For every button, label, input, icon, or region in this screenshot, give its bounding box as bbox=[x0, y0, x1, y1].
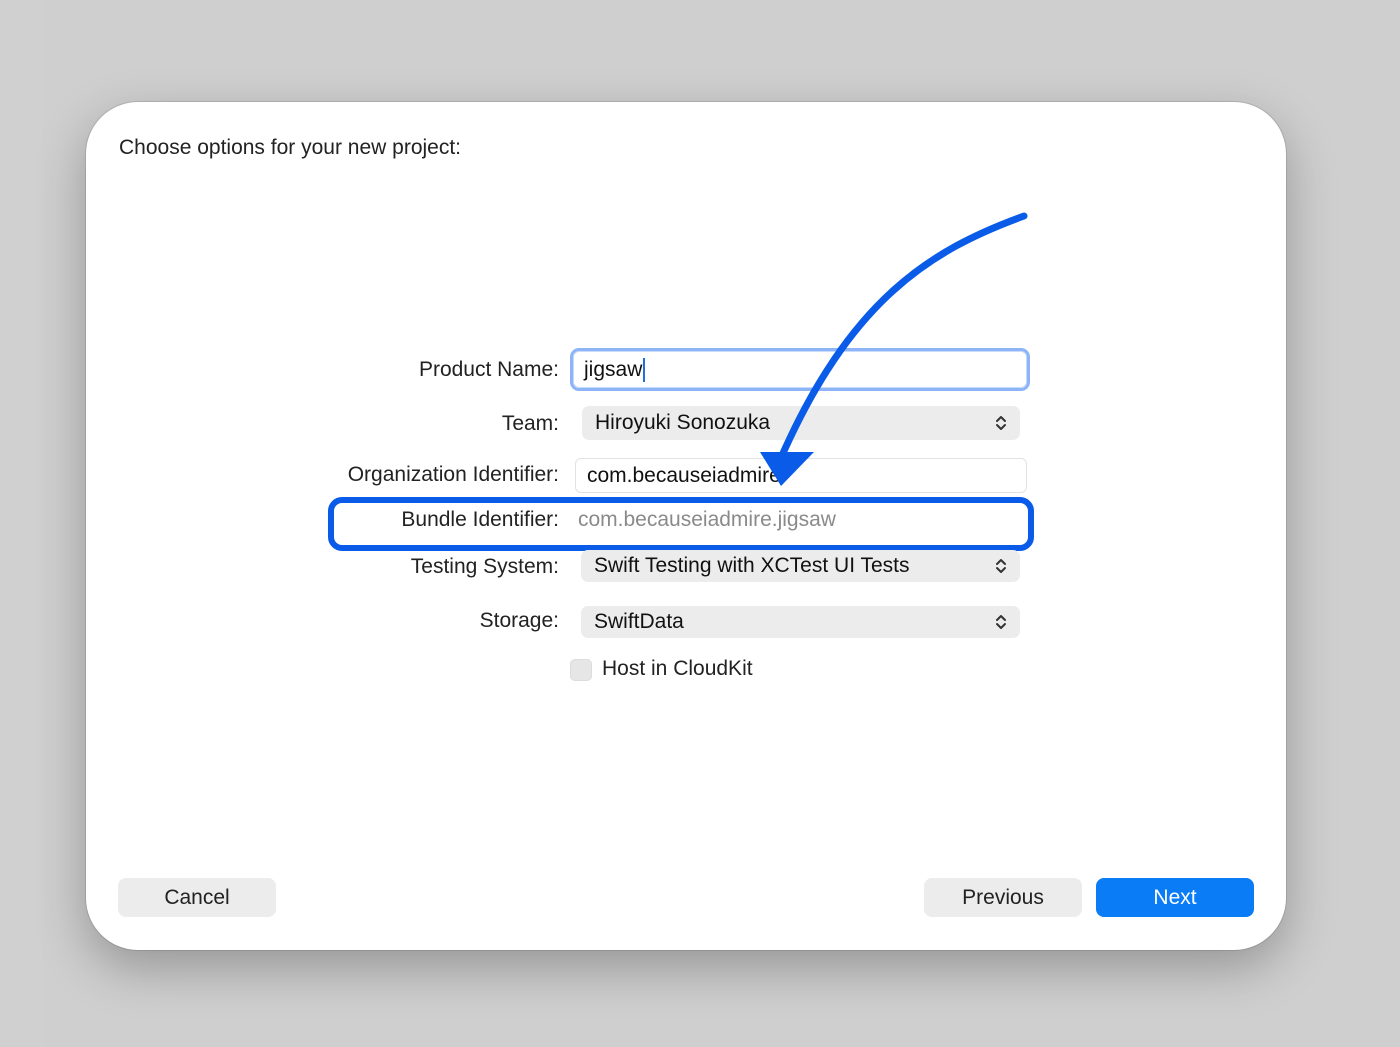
screen: Choose options for your new project: Pro… bbox=[0, 0, 1400, 1047]
host-in-cloudkit-label[interactable]: Host in CloudKit bbox=[602, 657, 753, 681]
testing-system-value: Swift Testing with XCTest UI Tests bbox=[594, 554, 910, 577]
team-value: Hiroyuki Sonozuka bbox=[595, 411, 771, 434]
host-in-cloudkit-checkbox[interactable] bbox=[570, 659, 592, 681]
team-label: Team: bbox=[501, 412, 559, 435]
cancel-button[interactable]: Cancel bbox=[118, 878, 276, 917]
team-popup[interactable]: Hiroyuki Sonozuka bbox=[582, 406, 1020, 440]
dialog-title: Choose options for your new project: bbox=[119, 136, 462, 159]
previous-button[interactable]: Previous bbox=[924, 878, 1082, 917]
storage-value: SwiftData bbox=[594, 610, 684, 633]
storage-popup[interactable]: SwiftData bbox=[581, 606, 1020, 638]
chevron-up-down-icon bbox=[996, 416, 1006, 430]
organization-identifier-field[interactable]: com.becauseiadmire bbox=[575, 458, 1027, 493]
testing-system-label: Testing System: bbox=[410, 555, 559, 578]
text-caret bbox=[643, 357, 646, 382]
organization-identifier-value: com.becauseiadmire bbox=[587, 463, 781, 487]
next-button[interactable]: Next bbox=[1096, 878, 1254, 917]
storage-label: Storage: bbox=[479, 609, 559, 632]
testing-system-popup[interactable]: Swift Testing with XCTest UI Tests bbox=[581, 550, 1020, 582]
bundle-identifier-highlight bbox=[328, 497, 1034, 551]
chevron-up-down-icon bbox=[996, 559, 1006, 573]
product-name-value: jigsaw bbox=[584, 357, 643, 381]
chevron-up-down-icon bbox=[996, 615, 1006, 629]
new-project-options-dialog: Choose options for your new project: Pro… bbox=[86, 102, 1286, 950]
product-name-field[interactable]: jigsaw bbox=[570, 348, 1030, 391]
product-name-label: Product Name: bbox=[418, 358, 559, 381]
organization-identifier-label: Organization Identifier: bbox=[347, 463, 559, 486]
